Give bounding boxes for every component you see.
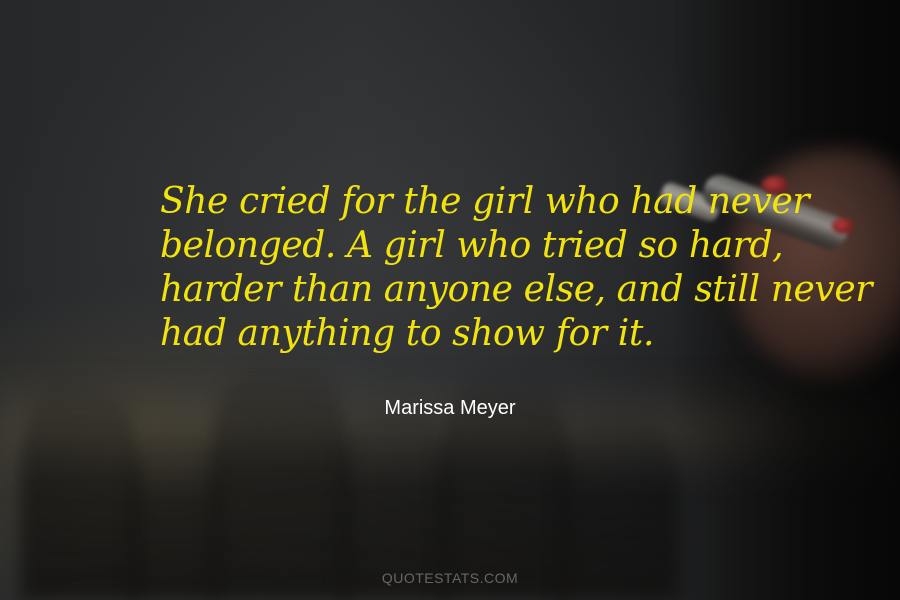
quote-image: She cried for the girl who had never bel… — [0, 0, 900, 600]
quote-author: Marissa Meyer — [384, 397, 516, 419]
quote-line: She cried for the girl who had never — [160, 181, 810, 222]
quote-text: She cried for the girl who had never bel… — [160, 180, 873, 356]
fingernail-shape — [832, 218, 854, 234]
quote-line: belonged. A girl who tried so hard, — [160, 225, 784, 266]
quote-line: harder than anyone else, and still never — [160, 269, 873, 310]
quote-line: had anything to show for it. — [160, 313, 655, 354]
site-watermark: QUOTESTATS.COM — [381, 570, 519, 586]
